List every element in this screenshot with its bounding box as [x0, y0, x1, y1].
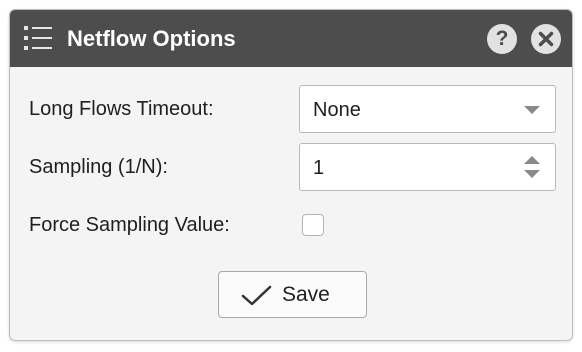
force-sampling-checkbox[interactable] — [302, 214, 324, 236]
help-icon[interactable]: ? — [487, 24, 517, 54]
sampling-value: 1 — [313, 157, 325, 179]
checkmark-icon — [241, 285, 272, 306]
sampling-input[interactable]: 1 — [299, 143, 556, 191]
help-glyph: ? — [495, 27, 509, 50]
save-button-label: Save — [282, 283, 330, 306]
force-sampling-label: Force Sampling Value: — [29, 214, 230, 236]
dialog-title: Netflow Options — [67, 26, 236, 51]
sampling-label: Sampling (1/N): — [29, 156, 168, 178]
dialog-titlebar: Netflow Options ? — [10, 10, 572, 67]
spinner-down-icon[interactable] — [524, 170, 540, 178]
list-icon[interactable] — [23, 24, 53, 52]
long-flows-timeout-label: Long Flows Timeout: — [29, 98, 214, 120]
netflow-options-dialog: Netflow Options ? Long Flows Timeout: No… — [9, 9, 573, 341]
chevron-down-icon — [524, 106, 540, 114]
long-flows-timeout-select[interactable]: None — [299, 85, 556, 133]
long-flows-timeout-value: None — [313, 99, 361, 121]
close-icon[interactable] — [531, 24, 561, 54]
spinner-up-icon[interactable] — [524, 156, 540, 164]
save-button[interactable]: Save — [218, 271, 367, 318]
